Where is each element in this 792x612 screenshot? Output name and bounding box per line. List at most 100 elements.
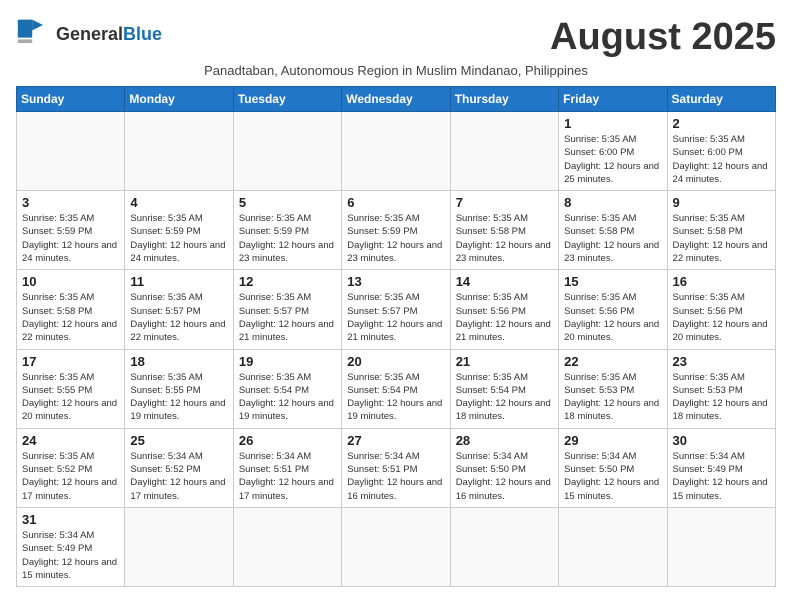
calendar-cell — [233, 507, 341, 586]
day-info: Sunrise: 5:35 AM Sunset: 5:58 PM Dayligh… — [564, 212, 661, 265]
day-number: 19 — [239, 354, 336, 369]
day-info: Sunrise: 5:35 AM Sunset: 5:53 PM Dayligh… — [673, 371, 770, 424]
calendar-cell: 22 Sunrise: 5:35 AM Sunset: 5:53 PM Dayli… — [559, 349, 667, 428]
calendar-cell: 3Sunrise: 5:35 AM Sunset: 5:59 PM Daylig… — [17, 191, 125, 270]
weekday-header-sunday: Sunday — [17, 87, 125, 112]
page-header: GeneralBlue August 2025 — [16, 16, 776, 59]
calendar-cell — [342, 507, 450, 586]
day-info: Sunrise: 5:35 AM Sunset: 6:00 PM Dayligh… — [564, 133, 661, 186]
day-info: Sunrise: 5:35 AM Sunset: 5:55 PM Dayligh… — [130, 371, 227, 424]
day-info: Sunrise: 5:34 AM Sunset: 5:50 PM Dayligh… — [456, 450, 553, 503]
day-number: 27 — [347, 433, 444, 448]
calendar-cell: 2 Sunrise: 5:35 AM Sunset: 6:00 PM Daylig… — [667, 112, 775, 191]
day-number: 12 — [239, 274, 336, 289]
day-info: Sunrise: 5:35 AM Sunset: 5:52 PM Dayligh… — [22, 450, 119, 503]
day-number: 1 — [564, 116, 661, 131]
calendar-week-6: 31Sunrise: 5:34 AM Sunset: 5:49 PM Dayli… — [17, 507, 776, 586]
calendar-cell: 28Sunrise: 5:34 AM Sunset: 5:50 PM Dayli… — [450, 428, 558, 507]
day-number: 25 — [130, 433, 227, 448]
calendar-subtitle: Panadtaban, Autonomous Region in Muslim … — [16, 63, 776, 78]
day-number: 17 — [22, 354, 119, 369]
day-info: Sunrise: 5:35 AM Sunset: 5:57 PM Dayligh… — [239, 291, 336, 344]
day-info: Sunrise: 5:34 AM Sunset: 5:50 PM Dayligh… — [564, 450, 661, 503]
day-info: Sunrise: 5:35 AM Sunset: 5:59 PM Dayligh… — [347, 212, 444, 265]
calendar-cell: 14 Sunrise: 5:35 AM Sunset: 5:56 PM Dayli… — [450, 270, 558, 349]
day-info: Sunrise: 5:35 AM Sunset: 5:54 PM Dayligh… — [456, 371, 553, 424]
day-info: Sunrise: 5:34 AM Sunset: 5:49 PM Dayligh… — [22, 529, 119, 582]
day-info: Sunrise: 5:34 AM Sunset: 5:51 PM Dayligh… — [347, 450, 444, 503]
day-info: Sunrise: 5:35 AM Sunset: 5:53 PM Dayligh… — [564, 371, 661, 424]
weekday-header-thursday: Thursday — [450, 87, 558, 112]
calendar-cell: 7Sunrise: 5:35 AM Sunset: 5:58 PM Daylig… — [450, 191, 558, 270]
day-number: 18 — [130, 354, 227, 369]
calendar-cell — [17, 112, 125, 191]
calendar-cell: 19Sunrise: 5:35 AM Sunset: 5:54 PM Dayli… — [233, 349, 341, 428]
weekday-header-tuesday: Tuesday — [233, 87, 341, 112]
calendar-cell: 5 Sunrise: 5:35 AM Sunset: 5:59 PM Daylig… — [233, 191, 341, 270]
calendar-table: SundayMondayTuesdayWednesdayThursdayFrid… — [16, 86, 776, 587]
day-info: Sunrise: 5:35 AM Sunset: 5:56 PM Dayligh… — [456, 291, 553, 344]
calendar-cell: 15Sunrise: 5:35 AM Sunset: 5:56 PM Dayli… — [559, 270, 667, 349]
calendar-cell: 25Sunrise: 5:34 AM Sunset: 5:52 PM Dayli… — [125, 428, 233, 507]
calendar-cell — [450, 507, 558, 586]
day-info: Sunrise: 5:35 AM Sunset: 5:54 PM Dayligh… — [347, 371, 444, 424]
calendar-cell: 11Sunrise: 5:35 AM Sunset: 5:57 PM Dayli… — [125, 270, 233, 349]
day-info: Sunrise: 5:35 AM Sunset: 5:57 PM Dayligh… — [347, 291, 444, 344]
calendar-cell — [125, 112, 233, 191]
calendar-cell: 8Sunrise: 5:35 AM Sunset: 5:58 PM Daylig… — [559, 191, 667, 270]
day-info: Sunrise: 5:34 AM Sunset: 5:51 PM Dayligh… — [239, 450, 336, 503]
day-info: Sunrise: 5:35 AM Sunset: 6:00 PM Dayligh… — [673, 133, 770, 186]
day-number: 26 — [239, 433, 336, 448]
day-number: 13 — [347, 274, 444, 289]
calendar-cell — [667, 507, 775, 586]
weekday-header-monday: Monday — [125, 87, 233, 112]
calendar-week-2: 3Sunrise: 5:35 AM Sunset: 5:59 PM Daylig… — [17, 191, 776, 270]
day-number: 21 — [456, 354, 553, 369]
calendar-cell: 21 Sunrise: 5:35 AM Sunset: 5:54 PM Dayli… — [450, 349, 558, 428]
day-info: Sunrise: 5:34 AM Sunset: 5:49 PM Dayligh… — [673, 450, 770, 503]
calendar-cell: 23Sunrise: 5:35 AM Sunset: 5:53 PM Dayli… — [667, 349, 775, 428]
day-info: Sunrise: 5:35 AM Sunset: 5:59 PM Dayligh… — [239, 212, 336, 265]
day-number: 14 — [456, 274, 553, 289]
calendar-cell — [450, 112, 558, 191]
calendar-cell: 4 Sunrise: 5:35 AM Sunset: 5:59 PM Daylig… — [125, 191, 233, 270]
calendar-cell — [342, 112, 450, 191]
calendar-cell: 29Sunrise: 5:34 AM Sunset: 5:50 PM Dayli… — [559, 428, 667, 507]
calendar-week-1: 1 Sunrise: 5:35 AM Sunset: 6:00 PM Daylig… — [17, 112, 776, 191]
calendar-cell: 20 Sunrise: 5:35 AM Sunset: 5:54 PM Dayli… — [342, 349, 450, 428]
calendar-cell: 12 Sunrise: 5:35 AM Sunset: 5:57 PM Dayli… — [233, 270, 341, 349]
day-info: Sunrise: 5:35 AM Sunset: 5:59 PM Dayligh… — [130, 212, 227, 265]
calendar-header: SundayMondayTuesdayWednesdayThursdayFrid… — [17, 87, 776, 112]
day-number: 24 — [22, 433, 119, 448]
calendar-week-5: 24 Sunrise: 5:35 AM Sunset: 5:52 PM Dayli… — [17, 428, 776, 507]
calendar-cell — [559, 507, 667, 586]
weekday-header-friday: Friday — [559, 87, 667, 112]
day-number: 22 — [564, 354, 661, 369]
calendar-cell: 31Sunrise: 5:34 AM Sunset: 5:49 PM Dayli… — [17, 507, 125, 586]
generalblue-logo-icon — [16, 16, 52, 52]
calendar-cell: 9Sunrise: 5:35 AM Sunset: 5:58 PM Daylig… — [667, 191, 775, 270]
day-number: 2 — [673, 116, 770, 131]
day-number: 15 — [564, 274, 661, 289]
weekday-header-row: SundayMondayTuesdayWednesdayThursdayFrid… — [17, 87, 776, 112]
calendar-cell — [233, 112, 341, 191]
month-title: August 2025 — [550, 16, 776, 59]
logo-text: GeneralBlue — [56, 25, 162, 43]
day-number: 5 — [239, 195, 336, 210]
weekday-header-wednesday: Wednesday — [342, 87, 450, 112]
day-number: 20 — [347, 354, 444, 369]
calendar-week-4: 17 Sunrise: 5:35 AM Sunset: 5:55 PM Dayli… — [17, 349, 776, 428]
day-number: 6 — [347, 195, 444, 210]
calendar-cell: 6 Sunrise: 5:35 AM Sunset: 5:59 PM Daylig… — [342, 191, 450, 270]
calendar-cell: 24 Sunrise: 5:35 AM Sunset: 5:52 PM Dayli… — [17, 428, 125, 507]
day-number: 4 — [130, 195, 227, 210]
calendar-cell: 30Sunrise: 5:34 AM Sunset: 5:49 PM Dayli… — [667, 428, 775, 507]
calendar-cell: 13 Sunrise: 5:35 AM Sunset: 5:57 PM Dayli… — [342, 270, 450, 349]
day-info: Sunrise: 5:35 AM Sunset: 5:56 PM Dayligh… — [673, 291, 770, 344]
day-info: Sunrise: 5:35 AM Sunset: 5:55 PM Dayligh… — [22, 371, 119, 424]
day-info: Sunrise: 5:35 AM Sunset: 5:59 PM Dayligh… — [22, 212, 119, 265]
calendar-cell: 18 Sunrise: 5:35 AM Sunset: 5:55 PM Dayli… — [125, 349, 233, 428]
calendar-week-3: 10Sunrise: 5:35 AM Sunset: 5:58 PM Dayli… — [17, 270, 776, 349]
calendar-cell: 26 Sunrise: 5:34 AM Sunset: 5:51 PM Dayli… — [233, 428, 341, 507]
calendar-cell: 17 Sunrise: 5:35 AM Sunset: 5:55 PM Dayli… — [17, 349, 125, 428]
